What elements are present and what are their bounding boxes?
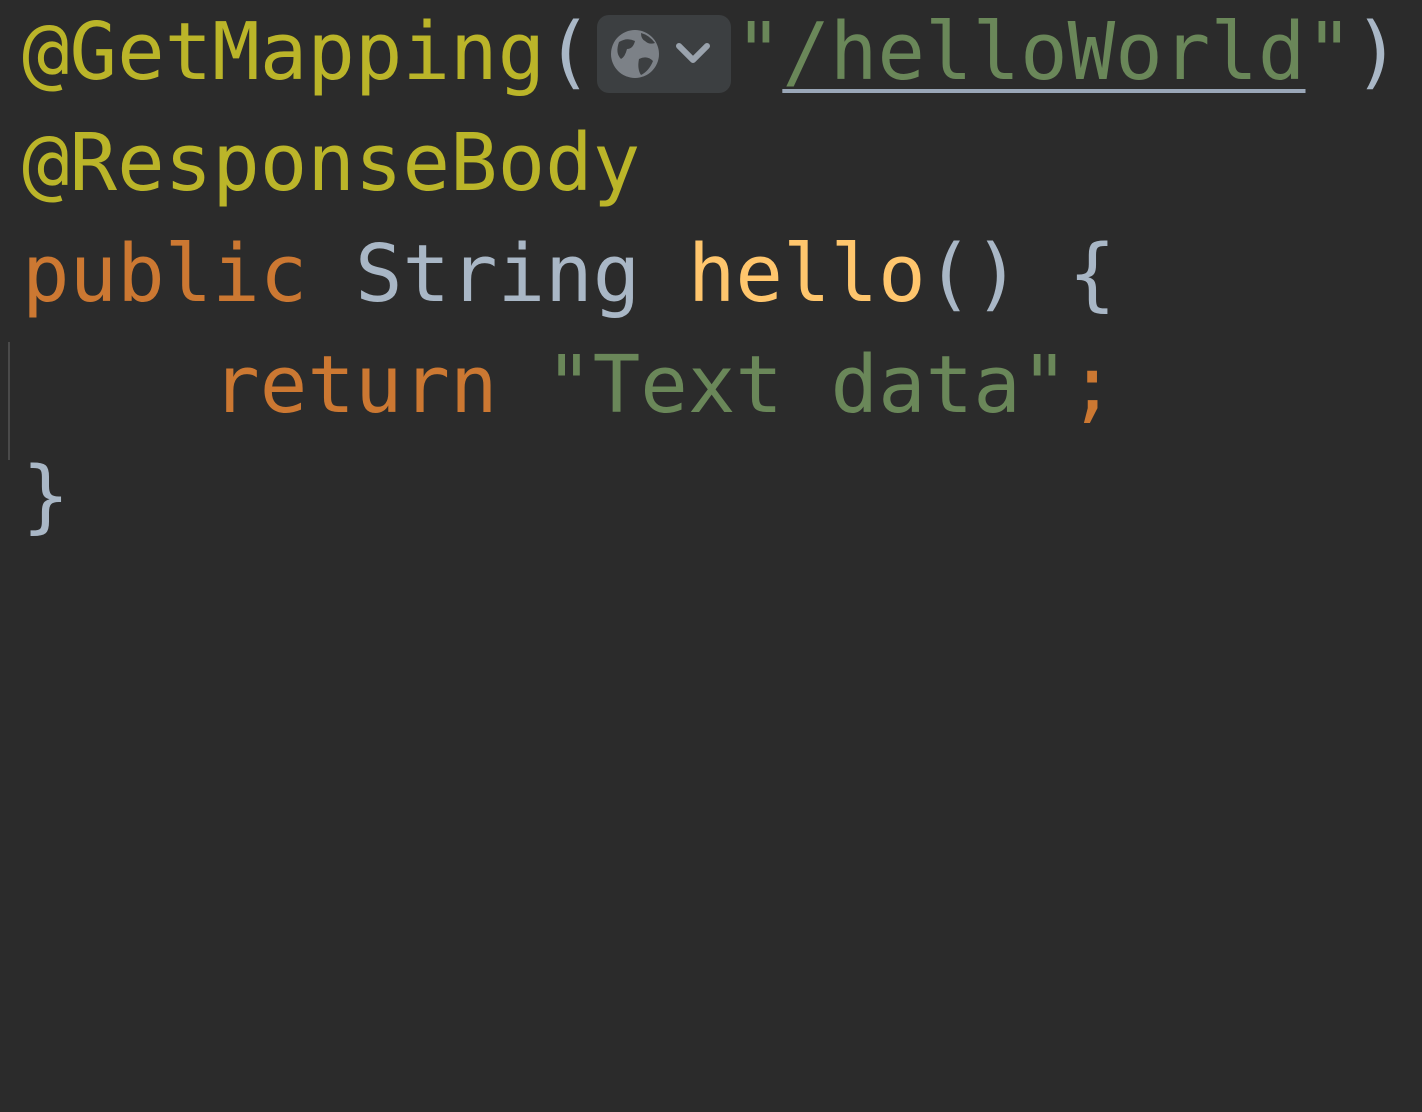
code-line-3[interactable]: public String hello() { <box>22 219 1116 330</box>
keyword-public: public <box>22 228 308 320</box>
annotation-responsebody: @ResponseBody <box>22 117 641 209</box>
endpoint-url-link[interactable]: /helloWorld <box>782 6 1305 98</box>
annotation-getmapping: @GetMapping <box>22 6 546 98</box>
close-paren: ) <box>1353 6 1401 98</box>
globe-icon <box>610 29 710 78</box>
code-editor[interactable]: @GetMapping( "/helloWorld") @ResponseBody… <box>0 0 1422 556</box>
open-paren: ( <box>545 6 593 98</box>
code-line-4[interactable]: return "Text data"; <box>22 330 1116 441</box>
semicolon: ; <box>1068 339 1116 431</box>
code-line-5[interactable]: } <box>22 441 70 552</box>
close-brace: } <box>22 450 70 542</box>
method-params: () <box>925 228 1021 320</box>
keyword-return: return <box>212 339 498 431</box>
code-line-1[interactable]: @GetMapping( "/helloWorld") <box>22 0 1401 108</box>
string-quote-open: " <box>734 6 783 98</box>
type-string: String <box>354 228 641 320</box>
endpoint-inlay-hint[interactable] <box>596 14 731 93</box>
string-quote-close: " <box>1305 6 1354 98</box>
open-brace: { <box>1068 228 1116 320</box>
method-name: hello <box>687 228 926 320</box>
chevron-down-icon <box>675 42 710 63</box>
string-literal: "Text data" <box>545 339 1069 431</box>
code-line-2[interactable]: @ResponseBody <box>22 108 640 219</box>
indent-guide <box>8 342 10 460</box>
